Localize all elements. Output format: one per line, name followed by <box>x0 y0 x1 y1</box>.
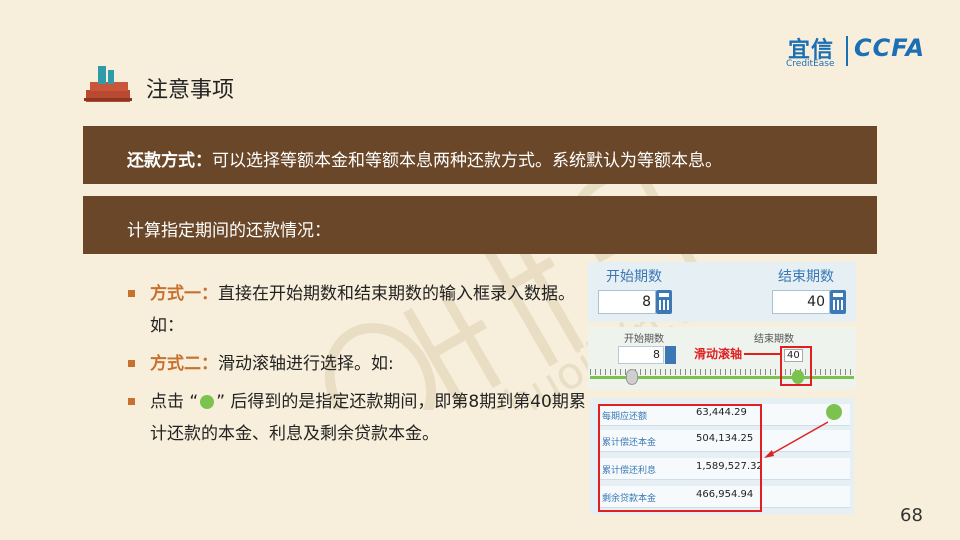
start-period-input[interactable]: 8 <box>618 346 664 364</box>
logo-brand-en: CreditEase <box>786 59 835 69</box>
page-title: 注意事项 <box>146 78 235 103</box>
bullet-square-icon <box>128 290 135 297</box>
calculator-icon[interactable] <box>830 290 846 314</box>
page-number: 68 <box>900 505 923 526</box>
banner2-text: 计算指定期间的还款情况： <box>127 221 331 241</box>
results-highlight-box <box>598 404 762 512</box>
slider-annotation: 滑动滚轴 <box>694 347 743 361</box>
bullet-label: 方式一： <box>150 284 218 304</box>
annotation-arrow <box>744 353 782 355</box>
calculator-icon[interactable] <box>665 346 676 364</box>
logo-partner: CCFA <box>854 34 926 62</box>
start-period-label: 开始期数 <box>606 269 662 285</box>
bullet-click-note: 点击 “” 后得到的是指定还款期间，即第8期到第40期累计还款的本金、利息及剩余… <box>126 386 596 450</box>
bullet-list: 方式一：直接在开始期数和结束期数的输入框录入数据。如： 方式二：滑动滚轴进行选择… <box>126 278 596 456</box>
logo-separator <box>846 36 848 66</box>
bullet-square-icon <box>128 398 135 405</box>
end-period-input[interactable]: 40 <box>772 290 830 314</box>
banner1-label: 还款方式： <box>127 151 212 171</box>
period-calc-banner: 计算指定期间的还款情况： <box>83 196 877 254</box>
bullet-text: 滑动滚轴进行选择。如: <box>218 354 394 374</box>
end-period-label: 结束期数 <box>754 334 794 345</box>
bullet-square-icon <box>128 360 135 367</box>
calculator-icon[interactable] <box>656 290 672 314</box>
highlight-box <box>780 346 812 386</box>
bullet-suffix: ” 后得到的是指定还款期间，即第8期到第40期累计还款的本金、利息及剩余贷款本金… <box>150 392 586 444</box>
slider-start-handle[interactable] <box>626 369 638 385</box>
period-slider-panel: 开始期数 结束期数 8 滑动滚轴 40 <box>588 327 856 389</box>
calculate-icon <box>200 395 215 409</box>
calculate-button-icon[interactable] <box>826 404 842 420</box>
end-period-label: 结束期数 <box>778 269 834 285</box>
banner1-text: 可以选择等额本金和等额本息两种还款方式。系统默认为等额本息。 <box>212 151 722 171</box>
period-input-panel: 开始期数 结束期数 8 40 <box>588 262 856 322</box>
annotation-arrow <box>764 421 829 458</box>
bullet-label: 方式二： <box>150 354 218 374</box>
bullet-method-two: 方式二：滑动滚轴进行选择。如: <box>126 348 596 380</box>
bullet-prefix: 点击 “ <box>150 392 199 412</box>
stacked-books-icon <box>84 66 132 102</box>
start-period-input[interactable]: 8 <box>598 290 656 314</box>
bullet-method-one: 方式一：直接在开始期数和结束期数的输入框录入数据。如： <box>126 278 596 342</box>
start-period-label: 开始期数 <box>624 334 664 345</box>
repayment-method-banner: 还款方式：可以选择等额本金和等额本息两种还款方式。系统默认为等额本息。 <box>83 126 877 184</box>
logo: 宜信 CreditEase CCFA <box>780 32 930 72</box>
